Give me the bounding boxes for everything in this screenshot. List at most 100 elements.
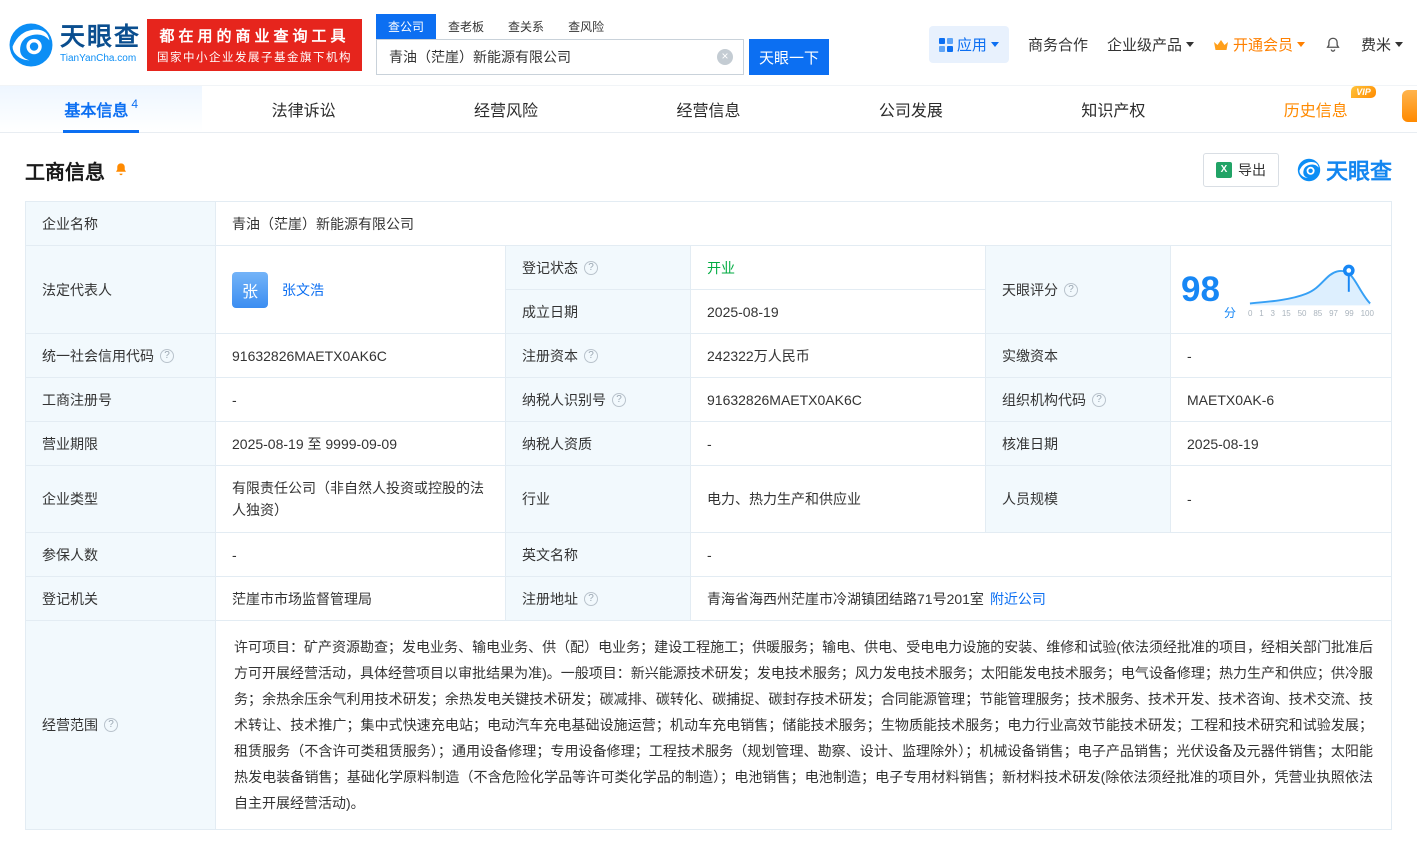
search-input-wrap: × — [376, 39, 744, 75]
field-value-legal-rep: 张 张文浩 — [216, 246, 506, 334]
nearby-companies-link[interactable]: 附近公司 — [990, 589, 1046, 609]
nav-open-vip[interactable]: 开通会员 — [1213, 34, 1305, 55]
field-value-paid-capital: - — [1171, 334, 1392, 378]
search-tab-boss[interactable]: 查老板 — [436, 14, 496, 39]
search-tab-company[interactable]: 查公司 — [376, 14, 436, 39]
field-label-reg-address: 注册地址 ? — [506, 577, 691, 621]
field-value-approval-date: 2025-08-19 — [1171, 422, 1392, 466]
info-icon[interactable]: ? — [1064, 283, 1078, 297]
field-label-reg-capital: 注册资本 ? — [506, 334, 691, 378]
status-badge: 开业 — [707, 258, 735, 278]
field-value-reg-address: 青海省海西州茫崖市冷湖镇团结路71号201室 附近公司 — [691, 577, 1392, 621]
field-value-reg-number: - — [216, 378, 506, 422]
search-tab-relation[interactable]: 查关系 — [496, 14, 556, 39]
field-label-business-term: 营业期限 — [26, 422, 216, 466]
watermark-label: 天眼查 — [1326, 154, 1392, 186]
field-value-establish-date: 2025-08-19 — [691, 290, 986, 334]
search-input[interactable] — [377, 49, 743, 65]
tab-operation-risk[interactable]: 经营风险 — [405, 86, 607, 132]
search-block: 查公司 查老板 查关系 查风险 × 天眼一下 — [376, 14, 829, 75]
field-label-reg-authority: 登记机关 — [26, 577, 216, 621]
field-label-org-code: 组织机构代码 ? — [986, 378, 1171, 422]
field-value-reg-authority: 茫崖市市场监督管理局 — [216, 577, 506, 621]
field-label-reg-status: 登记状态 ? — [506, 246, 691, 290]
info-icon[interactable]: ? — [584, 349, 598, 363]
score-value: 98 — [1181, 272, 1220, 307]
field-value-tianyan-score: 98 分 0131550859799100 — [1171, 246, 1392, 334]
score-unit: 分 — [1224, 304, 1236, 321]
field-label-industry: 行业 — [506, 466, 691, 533]
export-label: 导出 — [1238, 160, 1266, 180]
info-icon[interactable]: ? — [160, 349, 174, 363]
field-value-insured-count: - — [216, 533, 506, 577]
legal-rep-link[interactable]: 张文浩 — [282, 280, 324, 300]
tianyancha-watermark-icon — [1297, 158, 1321, 182]
field-label-insured-count: 参保人数 — [26, 533, 216, 577]
bell-icon — [1324, 36, 1342, 54]
info-icon[interactable]: ? — [584, 261, 598, 275]
field-label-legal-rep: 法定代表人 — [26, 246, 216, 334]
chevron-down-icon — [1186, 42, 1194, 51]
score-axis: 0131550859799100 — [1248, 309, 1374, 318]
user-name: 费米 — [1361, 34, 1391, 55]
top-nav: 应用 商务合作 企业级产品 开通会员 费米 — [929, 26, 1403, 63]
tianyancha-logo[interactable]: 天眼查 TianYanCha.com — [8, 22, 141, 68]
apps-menu[interactable]: 应用 — [929, 26, 1009, 63]
business-info-table: 企业名称 青油（茫崖）新能源有限公司 法定代表人 张 张文浩 登记状态 ? 开业… — [25, 201, 1392, 830]
search-tab-risk[interactable]: 查风险 — [556, 14, 616, 39]
chevron-down-icon — [1395, 42, 1403, 51]
slogan-line1: 都在用的商业查询工具 — [157, 25, 352, 46]
field-label-tianyan-score: 天眼评分 ? — [986, 246, 1171, 334]
tab-intellectual-property[interactable]: 知识产权 — [1012, 86, 1214, 132]
field-value-staff-size: - — [1171, 466, 1392, 533]
field-label-paid-capital: 实缴资本 — [986, 334, 1171, 378]
info-icon[interactable]: ? — [612, 393, 626, 407]
field-value-org-code: MAETX0AK-6 — [1171, 378, 1392, 422]
tab-operation-info[interactable]: 经营信息 — [607, 86, 809, 132]
field-label-company-type: 企业类型 — [26, 466, 216, 533]
apps-menu-label: 应用 — [957, 34, 987, 55]
user-menu[interactable]: 费米 — [1361, 34, 1403, 55]
top-header: 天眼查 TianYanCha.com 都在用的商业查询工具 国家中小企业发展子基… — [0, 0, 1417, 85]
nav-enterprise-products[interactable]: 企业级产品 — [1107, 34, 1194, 55]
search-tabs: 查公司 查老板 查关系 查风险 — [376, 14, 829, 39]
field-value-industry: 电力、热力生产和供应业 — [691, 466, 986, 533]
score-chart: 0131550859799100 — [1248, 262, 1374, 318]
field-value-credit-code: 91632826MAETX0AK6C — [216, 334, 506, 378]
legal-rep-avatar[interactable]: 张 — [232, 272, 268, 308]
field-label-company-name: 企业名称 — [26, 202, 216, 246]
nav-vip-label: 开通会员 — [1233, 34, 1293, 55]
vip-badge: VIP — [1351, 86, 1376, 98]
export-button[interactable]: X 导出 — [1203, 153, 1279, 187]
chevron-down-icon — [991, 42, 999, 51]
field-value-reg-status: 开业 — [691, 246, 986, 290]
tab-company-development[interactable]: 公司发展 — [810, 86, 1012, 132]
field-label-reg-number: 工商注册号 — [26, 378, 216, 422]
tab-basic-info-label: 基本信息 — [64, 97, 128, 121]
tab-legal-proceedings[interactable]: 法律诉讼 — [202, 86, 404, 132]
nav-business-cooperation[interactable]: 商务合作 — [1028, 34, 1088, 55]
slogan-line2: 国家中小企业发展子基金旗下机构 — [157, 49, 352, 65]
info-icon[interactable]: ? — [584, 592, 598, 606]
field-label-staff-size: 人员规模 — [986, 466, 1171, 533]
field-label-approval-date: 核准日期 — [986, 422, 1171, 466]
clear-search-icon[interactable]: × — [717, 49, 733, 65]
tab-basic-info[interactable]: 基本信息 4 — [0, 86, 202, 132]
tab-history-info[interactable]: 历史信息 VIP — [1215, 86, 1417, 132]
vip-crown-icon — [1213, 38, 1229, 52]
search-button[interactable]: 天眼一下 — [749, 39, 829, 75]
info-icon[interactable]: ? — [104, 718, 118, 732]
info-icon[interactable]: ? — [1092, 393, 1106, 407]
tianyancha-logo-icon — [8, 22, 54, 68]
floating-side-widget[interactable] — [1402, 90, 1417, 122]
chevron-down-icon — [1297, 42, 1305, 51]
score-distribution-curve — [1248, 262, 1374, 308]
field-label-taxpayer-qualification: 纳税人资质 — [506, 422, 691, 466]
nav-enterprise-label: 企业级产品 — [1107, 34, 1182, 55]
tab-history-info-label: 历史信息 — [1284, 103, 1348, 120]
field-label-credit-code: 统一社会信用代码 ? — [26, 334, 216, 378]
tianyancha-watermark: 天眼查 — [1297, 154, 1392, 186]
monitor-bell-icon[interactable] — [113, 162, 129, 178]
notifications-button[interactable] — [1324, 36, 1342, 54]
field-value-company-type: 有限责任公司（非自然人投资或控股的法人独资） — [216, 466, 506, 533]
